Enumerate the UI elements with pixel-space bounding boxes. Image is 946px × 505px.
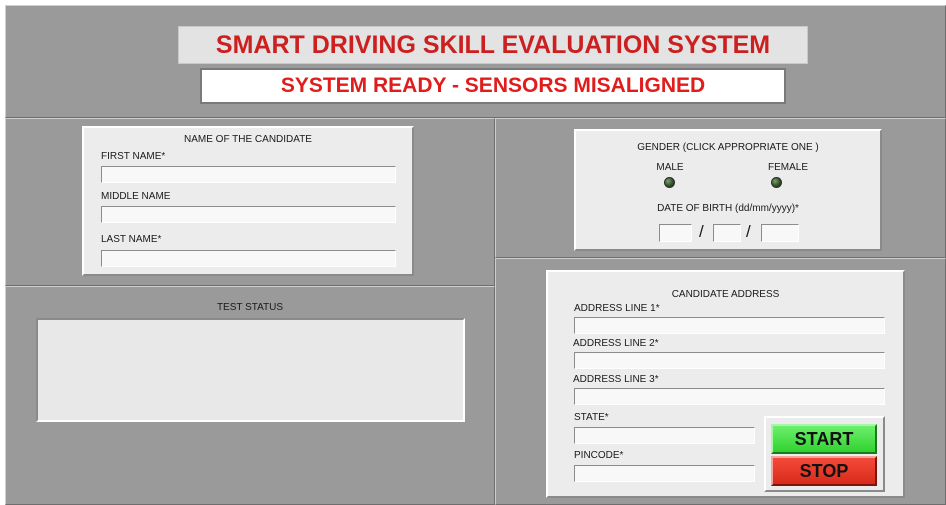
- pincode-label: PINCODE*: [574, 450, 624, 461]
- address-line3-label: ADDRESS LINE 3*: [573, 374, 659, 385]
- female-indicator-led[interactable]: [771, 177, 782, 188]
- gender-heading: GENDER (CLICK APPROPRIATE ONE ): [637, 142, 819, 153]
- candidate-name-heading: NAME OF THE CANDIDATE: [184, 134, 312, 145]
- address-heading: CANDIDATE ADDRESS: [671, 289, 780, 300]
- dob-day-input[interactable]: [659, 224, 692, 242]
- middle-name-label: MIDDLE NAME: [101, 191, 171, 202]
- male-label: MALE: [656, 162, 684, 173]
- state-input[interactable]: [574, 427, 755, 444]
- dob-separator-2: /: [746, 222, 751, 241]
- address-line2-input[interactable]: [574, 352, 885, 369]
- address-line1-label: ADDRESS LINE 1*: [574, 303, 660, 314]
- last-name-input[interactable]: [101, 250, 396, 267]
- dob-month-input[interactable]: [713, 224, 741, 242]
- address-line1-input[interactable]: [574, 317, 885, 334]
- dob-label: DATE OF BIRTH (dd/mm/yyyy)*: [657, 203, 799, 214]
- pincode-input[interactable]: [574, 465, 755, 482]
- stop-button[interactable]: STOP: [771, 456, 877, 486]
- state-label: STATE*: [574, 412, 609, 423]
- last-name-label: LAST NAME*: [101, 234, 162, 245]
- address-line3-input[interactable]: [574, 388, 885, 405]
- dob-separator-1: /: [699, 222, 704, 241]
- male-indicator-led[interactable]: [664, 177, 675, 188]
- first-name-input[interactable]: [101, 166, 396, 183]
- app-title: SMART DRIVING SKILL EVALUATION SYSTEM: [178, 26, 808, 64]
- middle-name-input[interactable]: [101, 206, 396, 223]
- test-status-display: [36, 318, 465, 422]
- female-label: FEMALE: [767, 162, 808, 173]
- start-button[interactable]: START: [771, 424, 877, 454]
- first-name-label: FIRST NAME*: [101, 151, 166, 162]
- system-status-display: SYSTEM READY - SENSORS MISALIGNED: [200, 68, 786, 104]
- dob-year-input[interactable]: [761, 224, 799, 242]
- address-line2-label: ADDRESS LINE 2*: [573, 338, 659, 349]
- test-status-heading: TEST STATUS: [216, 302, 284, 313]
